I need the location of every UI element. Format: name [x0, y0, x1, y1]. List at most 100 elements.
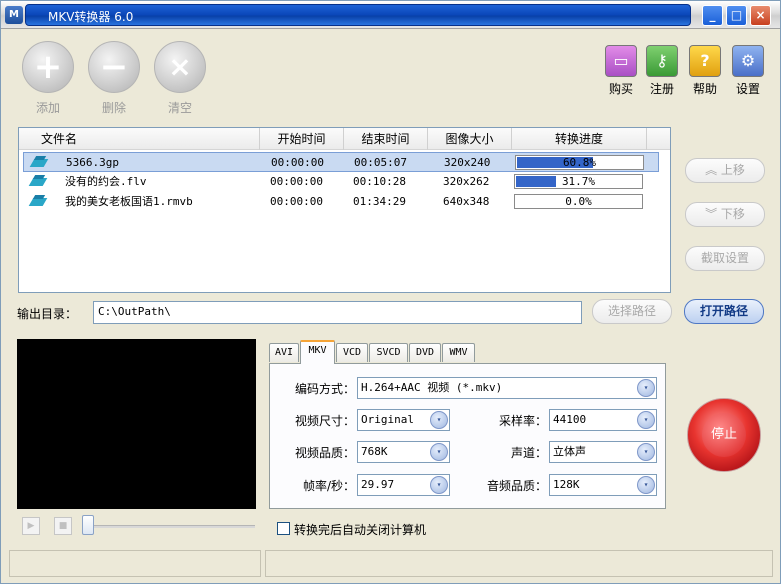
tab-svcd[interactable]: SVCD	[369, 343, 408, 362]
crop-settings-button[interactable]: 截取设置	[685, 246, 765, 271]
seek-thumb[interactable]	[82, 515, 94, 535]
video-quality-select[interactable]: 768K ▾	[357, 441, 450, 463]
dropdown-arrow-icon[interactable]: ▾	[637, 411, 655, 429]
channel-value: 立体声	[553, 445, 586, 458]
cart-icon: ▭	[605, 45, 637, 77]
add-label: 添加	[35, 101, 60, 115]
maximize-button[interactable]: □	[726, 5, 747, 26]
codec-value: H.264+AAC 视频 (*.mkv)	[361, 381, 503, 394]
dropdown-arrow-icon[interactable]: ▾	[430, 411, 448, 429]
stop-small-icon[interactable]: ■	[54, 517, 72, 535]
help-icon: ?	[689, 45, 721, 77]
add-button[interactable]: + 添加	[20, 41, 76, 116]
help-button[interactable]: ? 帮助	[685, 45, 725, 97]
progress-bar: 0.0%	[514, 194, 643, 209]
progress-text: 0.0%	[565, 195, 592, 208]
col-filename[interactable]: 文件名	[19, 128, 260, 150]
tab-avi[interactable]: AVI	[269, 343, 299, 362]
audio-quality-value: 128K	[553, 478, 580, 491]
output-path-field[interactable]: C:\OutPath\	[93, 301, 582, 324]
col-image-size[interactable]: 图像大小	[428, 128, 512, 150]
move-down-label: 下移	[720, 207, 745, 221]
file-name: 我的美女老板国语1.rmvb	[65, 195, 193, 208]
tab-mkv[interactable]: MKV	[300, 340, 335, 364]
help-label: 帮助	[692, 82, 717, 96]
file-list[interactable]: 文件名 开始时间 结束时间 图像大小 转换进度 5366.3gp 00:00:0…	[18, 127, 671, 293]
delete-label: 删除	[101, 101, 126, 115]
shutdown-checkbox[interactable]	[277, 522, 290, 535]
close-button[interactable]: ×	[750, 5, 771, 26]
settings-label: 设置	[735, 82, 760, 96]
progress-text: 31.7%	[561, 175, 596, 188]
col-end-time[interactable]: 结束时间	[344, 128, 428, 150]
audio-quality-label: 音频品质：	[486, 479, 547, 493]
register-label: 注册	[649, 82, 674, 96]
fps-label: 帧率/秒：	[302, 479, 355, 493]
shutdown-label[interactable]: 转换完后自动关闭计算机	[294, 521, 426, 538]
stop-button[interactable]: 停止	[687, 398, 761, 472]
register-button[interactable]: ⚷ 注册	[642, 45, 682, 97]
sample-rate-select[interactable]: 44100 ▾	[549, 409, 657, 431]
clear-button[interactable]: × 清空	[152, 41, 208, 116]
file-start: 00:00:00	[270, 195, 323, 208]
video-size-label: 视频尺寸：	[294, 414, 355, 428]
window-title: MKV转换器 6.0	[48, 10, 134, 24]
move-down-button[interactable]: ︾ 下移	[685, 202, 765, 227]
status-panel-right	[265, 550, 773, 577]
buy-button[interactable]: ▭ 购买	[601, 45, 641, 97]
seek-track[interactable]	[87, 525, 255, 528]
file-list-header: 文件名 开始时间 结束时间 图像大小 转换进度	[19, 128, 670, 150]
key-icon: ⚷	[646, 45, 678, 77]
file-name: 没有的约会.flv	[65, 175, 147, 188]
file-name: 5366.3gp	[66, 156, 119, 169]
plus-icon: +	[22, 41, 74, 93]
choose-path-button[interactable]: 选择路径	[592, 299, 672, 324]
file-size: 640x348	[443, 195, 490, 208]
video-size-select[interactable]: Original ▾	[357, 409, 450, 431]
video-file-icon	[29, 175, 49, 188]
play-icon[interactable]: ▶	[22, 517, 40, 535]
channel-label: 声道：	[510, 446, 547, 460]
dropdown-arrow-icon[interactable]: ▾	[637, 476, 655, 494]
output-dir-label: 输出目录：	[17, 307, 78, 321]
file-row[interactable]: 5366.3gp 00:00:00 00:05:07 320x240 60.8%	[23, 152, 659, 172]
fps-select[interactable]: 29.97 ▾	[357, 474, 450, 496]
col-progress[interactable]: 转换进度	[512, 128, 647, 150]
dropdown-arrow-icon[interactable]: ▾	[637, 379, 655, 397]
app-icon[interactable]: M	[5, 6, 23, 24]
minimize-button[interactable]: _	[702, 5, 723, 26]
dropdown-arrow-icon[interactable]: ▾	[430, 443, 448, 461]
dropdown-arrow-icon[interactable]: ▾	[430, 476, 448, 494]
tab-wmv[interactable]: WMV	[442, 343, 475, 362]
progress-text: 60.8%	[562, 156, 597, 169]
clear-x-icon: ×	[154, 41, 206, 93]
double-chevron-down-icon: ︾	[705, 207, 718, 221]
video-quality-value: 768K	[361, 445, 388, 458]
main-window: M MKV转换器 6.0 _ □ × + 添加 − 删除 × 清空 ▭ 购买 ⚷…	[0, 0, 781, 584]
move-up-button[interactable]: ︽ 上移	[685, 158, 765, 183]
settings-button[interactable]: ⚙ 设置	[728, 45, 768, 97]
sample-rate-value: 44100	[553, 413, 587, 426]
progress-bar: 31.7%	[514, 174, 643, 189]
dropdown-arrow-icon[interactable]: ▾	[637, 443, 655, 461]
tab-dvd[interactable]: DVD	[409, 343, 441, 362]
sample-rate-label: 采样率：	[498, 414, 547, 428]
audio-quality-select[interactable]: 128K ▾	[549, 474, 657, 496]
file-row[interactable]: 我的美女老板国语1.rmvb 00:00:00 01:34:29 640x348…	[23, 192, 659, 212]
tab-vcd[interactable]: VCD	[336, 343, 368, 362]
codec-select[interactable]: H.264+AAC 视频 (*.mkv) ▾	[357, 377, 657, 399]
file-row[interactable]: 没有的约会.flv 00:00:00 00:10:28 320x262 31.7…	[23, 172, 659, 192]
delete-button[interactable]: − 删除	[86, 41, 142, 116]
col-start-time[interactable]: 开始时间	[260, 128, 344, 150]
buy-label: 购买	[608, 82, 633, 96]
channel-select[interactable]: 立体声 ▾	[549, 441, 657, 463]
codec-label: 编码方式：	[294, 382, 355, 396]
move-up-label: 上移	[720, 163, 745, 177]
open-path-button[interactable]: 打开路径	[684, 299, 764, 324]
title-pill: MKV转换器 6.0	[25, 4, 691, 26]
file-end: 00:05:07	[354, 156, 407, 169]
title-bar[interactable]: M MKV转换器 6.0 _ □ ×	[1, 1, 780, 29]
file-size: 320x262	[443, 175, 490, 188]
clear-label: 清空	[167, 101, 192, 115]
video-preview	[17, 339, 256, 509]
